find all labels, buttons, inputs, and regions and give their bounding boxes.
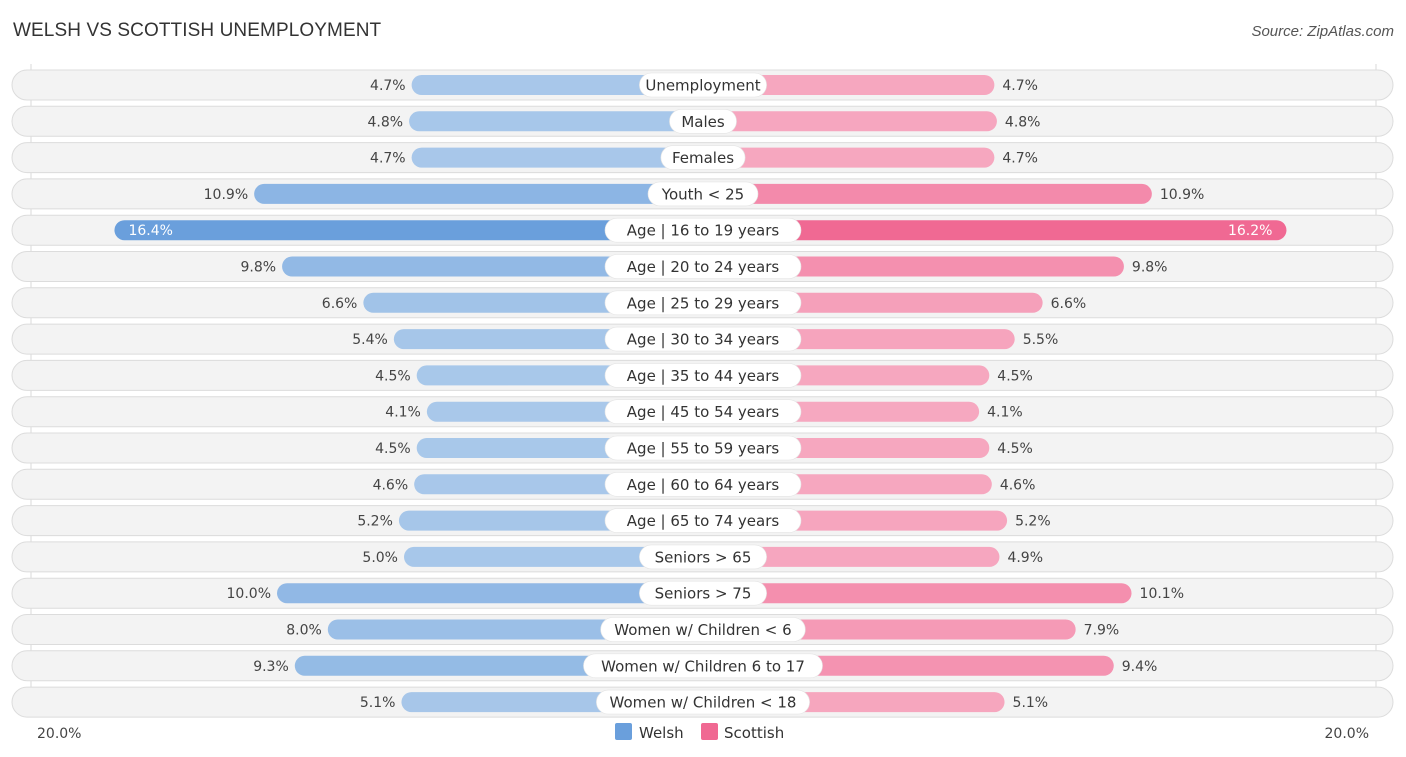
value-label-scottish: 5.1%	[1013, 695, 1049, 711]
value-label-scottish: 4.7%	[1002, 151, 1038, 167]
table-row: Females 4.7% 4.7%	[11, 142, 1394, 174]
value-label-scottish: 6.6%	[1051, 296, 1087, 312]
category-label: Age | 65 to 74 years	[627, 512, 780, 530]
table-row: Seniors > 75 10.0% 10.1%	[11, 577, 1394, 609]
value-label-scottish: 10.9%	[1160, 187, 1204, 203]
value-label-welsh: 4.1%	[385, 405, 421, 421]
value-label-scottish: 5.5%	[1023, 332, 1059, 348]
category-label: Seniors > 75	[655, 585, 752, 603]
value-label-scottish: 4.8%	[1005, 114, 1041, 130]
diverging-bar-chart: Unemployment 4.7% 4.7% Males 4.8% 4.8% Females…	[11, 64, 1394, 742]
table-row: Age | 65 to 74 years 5.2% 5.2%	[11, 505, 1394, 537]
chart-rows: Unemployment 4.7% 4.7% Males 4.8% 4.8% Females…	[11, 64, 1394, 718]
table-row: Age | 45 to 54 years 4.1% 4.1%	[11, 396, 1394, 428]
table-row: Women w/ Children < 6 8.0% 7.9%	[11, 614, 1394, 645]
table-row: Unemployment 4.7% 4.7%	[11, 69, 1394, 101]
category-label: Seniors > 65	[655, 548, 752, 566]
value-label-welsh: 8.0%	[286, 623, 322, 639]
value-label-welsh: 9.8%	[241, 260, 277, 276]
value-label-scottish: 4.9%	[1007, 550, 1043, 566]
bar-welsh	[411, 147, 703, 168]
legend: Welsh Scottish	[615, 723, 784, 742]
table-row: Youth < 25 10.9% 10.9%	[11, 178, 1394, 210]
value-label-welsh: 4.8%	[368, 114, 404, 130]
bar-welsh	[277, 583, 703, 604]
category-label: Age | 45 to 54 years	[627, 403, 780, 421]
value-label-scottish: 10.1%	[1140, 586, 1184, 602]
legend-label-welsh: Welsh	[639, 724, 684, 742]
value-label-welsh: 10.0%	[227, 586, 271, 602]
value-label-welsh: 4.6%	[373, 477, 409, 493]
value-label-welsh: 4.5%	[375, 441, 411, 457]
category-label: Age | 30 to 34 years	[627, 331, 780, 349]
value-label-welsh: 10.9%	[204, 187, 248, 203]
legend-swatch-welsh	[615, 723, 632, 740]
value-label-scottish: 9.4%	[1122, 659, 1158, 675]
category-label: Females	[672, 149, 734, 167]
table-row: Women w/ Children 6 to 17 9.3% 9.4%	[11, 650, 1394, 682]
bar-scottish	[703, 147, 995, 168]
value-label-welsh: 6.6%	[322, 296, 358, 312]
table-row: Age | 16 to 19 years 16.4% 16.2%	[11, 214, 1394, 246]
bar-scottish	[703, 111, 997, 132]
table-row: Age | 30 to 34 years 5.4% 5.5%	[11, 323, 1394, 355]
bar-scottish	[703, 183, 1152, 204]
value-label-welsh: 5.0%	[362, 550, 398, 566]
value-label-scottish: 9.8%	[1132, 260, 1168, 276]
table-row: Women w/ Children < 18 5.1% 5.1%	[11, 686, 1394, 718]
table-row: Age | 20 to 24 years 9.8% 9.8%	[11, 251, 1394, 282]
axis-label-left: 20.0%	[37, 726, 81, 742]
bar-welsh	[254, 183, 703, 204]
value-label-scottish: 5.2%	[1015, 514, 1051, 530]
legend-swatch-scottish	[701, 723, 718, 740]
value-label-scottish: 16.2%	[1228, 223, 1272, 239]
value-label-welsh: 5.4%	[352, 332, 388, 348]
value-label-welsh: 9.3%	[253, 659, 289, 675]
category-label: Women w/ Children < 18	[610, 694, 797, 712]
axis-label-right: 20.0%	[1325, 726, 1369, 742]
table-row: Seniors > 65 5.0% 4.9%	[11, 541, 1394, 573]
category-label: Age | 60 to 64 years	[627, 476, 780, 494]
value-label-scottish: 4.6%	[1000, 477, 1036, 493]
value-label-scottish: 7.9%	[1084, 623, 1120, 639]
category-label: Age | 55 to 59 years	[627, 440, 780, 458]
category-label: Unemployment	[645, 77, 760, 95]
value-label-welsh: 4.7%	[370, 151, 406, 167]
value-label-welsh: 5.2%	[357, 514, 393, 530]
value-label-welsh: 5.1%	[360, 695, 396, 711]
category-label: Age | 20 to 24 years	[627, 258, 780, 276]
legend-label-scottish: Scottish	[724, 724, 784, 742]
table-row: Age | 60 to 64 years 4.6% 4.6%	[11, 468, 1394, 500]
category-label: Women w/ Children < 6	[614, 621, 791, 639]
bar-welsh	[409, 111, 703, 132]
value-label-scottish: 4.5%	[997, 368, 1033, 384]
category-label: Age | 35 to 44 years	[627, 367, 780, 385]
value-label-welsh: 4.7%	[370, 78, 406, 94]
category-label: Youth < 25	[661, 185, 744, 203]
bar-scottish	[703, 583, 1132, 604]
table-row: Age | 55 to 59 years 4.5% 4.5%	[11, 432, 1394, 464]
value-label-welsh: 16.4%	[128, 223, 172, 239]
table-row: Males 4.8% 4.8%	[11, 105, 1394, 137]
category-label: Age | 16 to 19 years	[627, 222, 780, 240]
category-label: Males	[681, 113, 725, 131]
category-label: Women w/ Children 6 to 17	[601, 657, 805, 675]
value-label-scottish: 4.7%	[1002, 78, 1038, 94]
category-label: Age | 25 to 29 years	[627, 294, 780, 312]
table-row: Age | 35 to 44 years 4.5% 4.5%	[11, 359, 1394, 391]
value-label-scottish: 4.5%	[997, 441, 1033, 457]
value-label-welsh: 4.5%	[375, 368, 411, 384]
table-row: Age | 25 to 29 years 6.6% 6.6%	[11, 287, 1394, 319]
value-label-scottish: 4.1%	[987, 405, 1023, 421]
